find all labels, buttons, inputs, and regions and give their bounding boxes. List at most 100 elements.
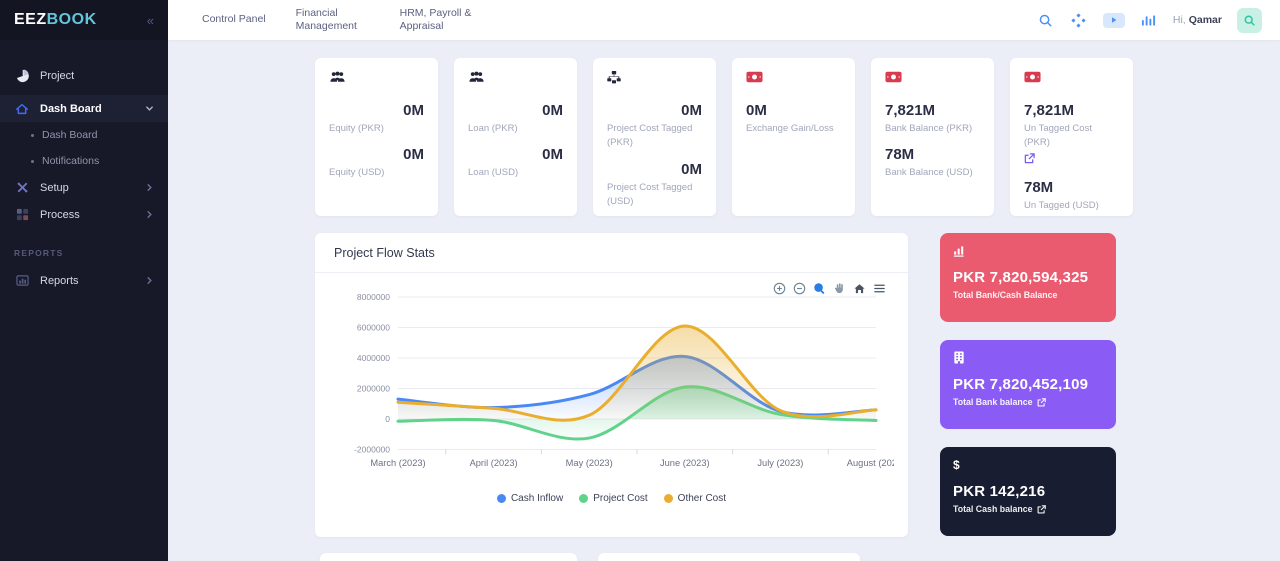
legend-item[interactable]: Other Cost [664, 493, 726, 504]
chart-toolbar [773, 282, 886, 295]
svg-text:8000000: 8000000 [357, 292, 390, 302]
metric: 0M Equity (PKR) [329, 102, 424, 136]
metric-value: 0M [607, 161, 702, 178]
svg-text:2000000: 2000000 [357, 384, 390, 394]
bullet-dot-icon [31, 160, 34, 163]
metric-value: 0M [607, 102, 702, 119]
money-bill-icon [885, 71, 980, 86]
svg-text:April (2023): April (2023) [470, 458, 518, 468]
metric-value: 78M [885, 146, 980, 163]
zoom-out-icon[interactable] [793, 282, 806, 295]
sidebar-item-dashboard[interactable]: Dash Board [0, 95, 168, 122]
legend-dot-icon [664, 494, 673, 503]
chevron-right-icon [145, 183, 154, 192]
play-button-icon[interactable] [1103, 13, 1125, 28]
chevron-down-icon [145, 104, 154, 113]
legend-dot-icon [579, 494, 588, 503]
home-reset-icon[interactable] [853, 282, 866, 295]
module-tabs: Control Panel Financial Management HRM, … [202, 7, 484, 33]
chart-column-icon [953, 244, 1103, 258]
dollar-icon: $ [953, 458, 1103, 472]
summary-label: Total Bank/Cash Balance [953, 290, 1103, 300]
app-window: EEZBOOK « Project Dash Board [0, 0, 1280, 561]
svg-text:June (2023): June (2023) [660, 458, 710, 468]
users-icon [468, 71, 563, 86]
metric-label: Equity (PKR) [329, 122, 424, 136]
home-icon [14, 102, 30, 116]
stat-card-loan: 0M Loan (PKR) 0M Loan (USD) [454, 58, 577, 216]
external-link-icon[interactable] [1024, 153, 1035, 164]
tab-hrm-payroll[interactable]: HRM, Payroll & Appraisal [400, 7, 484, 33]
search-icon[interactable] [1037, 11, 1055, 29]
legend-dot-icon [497, 494, 506, 503]
sidebar-item-label: Process [40, 209, 80, 221]
pan-hand-icon[interactable] [833, 282, 846, 295]
tab-control-panel[interactable]: Control Panel [202, 13, 266, 26]
external-link-icon[interactable] [1037, 398, 1046, 407]
summary-card-bank-balance: PKR 7,820,452,109 Total Bank balance [940, 340, 1116, 429]
stat-cards-row: 0M Equity (PKR) 0M Equity (USD) [315, 58, 1133, 216]
chart-body: 80000006000000400000020000000-2000000Mar… [315, 273, 908, 504]
metric-label: Exchange Gain/Loss [746, 122, 841, 136]
summary-card-cash-balance: $ PKR 142,216 Total Cash balance [940, 447, 1116, 536]
summary-value: PKR 7,820,594,325 [953, 269, 1103, 286]
svg-text:6000000: 6000000 [357, 323, 390, 333]
sidebar-item-reports[interactable]: Reports [0, 267, 168, 294]
panel-title: Project Flow Stats [315, 233, 908, 273]
stat-card-equity: 0M Equity (PKR) 0M Equity (USD) [315, 58, 438, 216]
metric: 0M Exchange Gain/Loss [746, 102, 841, 136]
svg-text:0: 0 [385, 414, 390, 424]
apps-diamond-icon[interactable] [1070, 11, 1088, 29]
legend-item[interactable]: Cash Inflow [497, 493, 563, 504]
legend-item[interactable]: Project Cost [579, 493, 647, 504]
tab-financial-management[interactable]: Financial Management [296, 7, 370, 33]
metric-label: Project Cost Tagged (PKR) [607, 122, 702, 151]
summary-cards-column: PKR 7,820,594,325 Total Bank/Cash Balanc… [940, 233, 1116, 537]
metric-value: 0M [329, 102, 424, 119]
summary-value: PKR 7,820,452,109 [953, 376, 1103, 393]
sidebar-collapse-icon[interactable]: « [147, 13, 154, 28]
metric-value: 7,821M [1024, 102, 1119, 119]
pie-chart-icon [14, 69, 30, 83]
metric-label: Equity (USD) [329, 166, 424, 180]
svg-text:March (2023): March (2023) [370, 458, 425, 468]
menu-icon[interactable] [873, 282, 886, 295]
svg-text:July (2023): July (2023) [757, 458, 803, 468]
metric: 0M Loan (USD) [468, 146, 563, 180]
chart-legend: Cash Inflow Project Cost Other Cost [328, 493, 895, 504]
metric: 0M Equity (USD) [329, 146, 424, 180]
metric-value: 7,821M [885, 102, 980, 119]
selection-zoom-icon[interactable] [813, 282, 826, 295]
zoom-in-icon[interactable] [773, 282, 786, 295]
sidebar-item-setup[interactable]: Setup [0, 174, 168, 201]
metric: 7,821M Bank Balance (PKR) [885, 102, 980, 136]
sidebar-subitem-notifications[interactable]: Notifications [0, 148, 168, 174]
users-icon [329, 71, 424, 86]
tools-icon [14, 181, 30, 195]
metric-label: Bank Balance (USD) [885, 166, 980, 180]
bank-building-icon [953, 351, 1103, 365]
sidebar-item-process[interactable]: Process [0, 201, 168, 228]
user-greeting: Hi,Qamar [1173, 14, 1222, 26]
stats-bars-icon[interactable] [1140, 11, 1158, 29]
sidebar-subitem-dashboard[interactable]: Dash Board [0, 122, 168, 148]
chevron-right-icon [145, 210, 154, 219]
area-chart[interactable]: 80000006000000400000020000000-2000000Mar… [328, 279, 894, 491]
legend-label: Other Cost [678, 493, 726, 504]
external-link-icon[interactable] [1037, 505, 1046, 514]
sidebar-item-label: Setup [40, 182, 69, 194]
sidebar-item-project[interactable]: Project [0, 62, 168, 89]
metric: 0M Project Cost Tagged (USD) [607, 161, 702, 210]
metric-label: Bank Balance (PKR) [885, 122, 980, 136]
summary-label: Total Cash balance [953, 504, 1103, 514]
metric-value: 0M [468, 102, 563, 119]
metric: 0M Project Cost Tagged (PKR) [607, 102, 702, 151]
money-bill-icon [1024, 71, 1119, 86]
global-search-button[interactable] [1237, 8, 1262, 33]
app-logo: EEZBOOK [14, 11, 97, 29]
bullet-dot-icon [31, 134, 34, 137]
main-area: Control Panel Financial Management HRM, … [168, 0, 1280, 561]
legend-label: Project Cost [593, 493, 647, 504]
metric-label: Loan (USD) [468, 166, 563, 180]
metric-value: 0M [329, 146, 424, 163]
